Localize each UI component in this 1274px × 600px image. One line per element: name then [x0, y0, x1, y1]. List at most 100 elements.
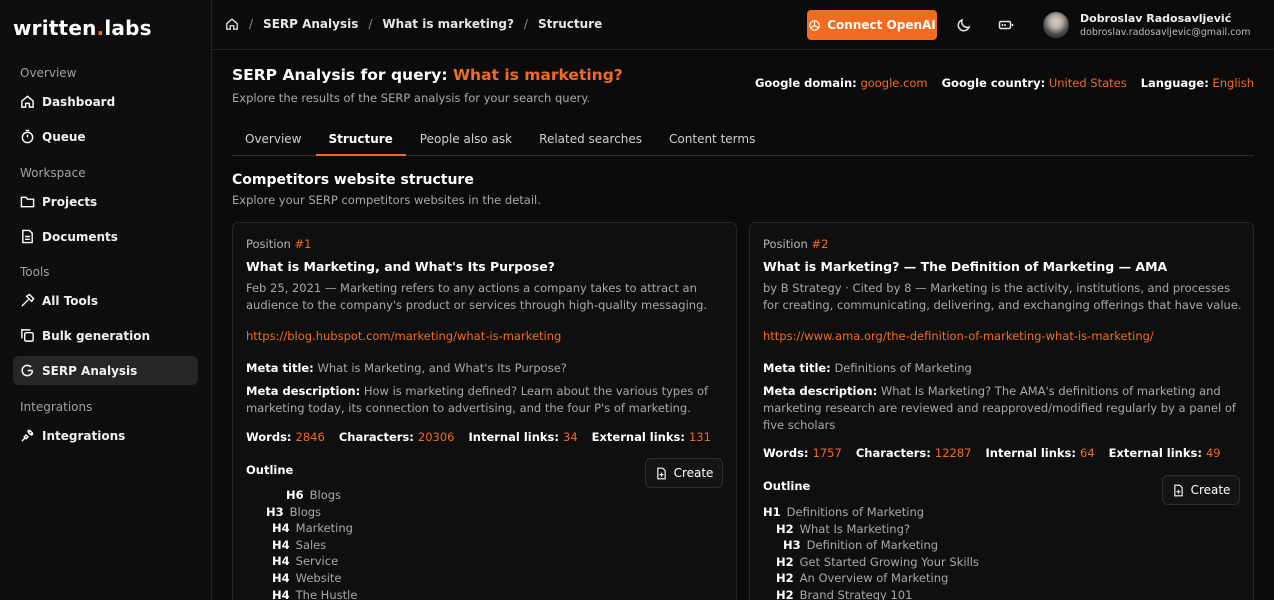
tab-content-terms[interactable]: Content terms: [656, 128, 768, 156]
heading-text: Blogs: [289, 504, 322, 519]
meta-description: Meta description: How is marketing defin…: [246, 384, 709, 415]
heading-text: Brand Strategy 101: [799, 587, 913, 600]
moon-icon[interactable]: [956, 17, 972, 33]
heading-text: Get Started Growing Your Skills: [799, 554, 979, 569]
sidebar-section-overview: Overview: [20, 66, 77, 80]
outline-label: Outline: [763, 479, 811, 493]
heading-tag: H2: [776, 554, 794, 569]
section-subtitle: Explore your SERP competitors websites i…: [232, 193, 541, 207]
topbar: / SERP Analysis / What is marketing? / S…: [212, 0, 1274, 50]
sidebar-item-projects[interactable]: Projects: [13, 187, 198, 216]
heading-tag: H4: [272, 537, 290, 552]
app-logo[interactable]: written.labs: [13, 16, 152, 40]
heading-text: Website: [295, 570, 342, 585]
sidebar-item-label: Integrations: [42, 428, 126, 443]
result-snippet: Feb 25, 2021 — Marketing refers to any a…: [246, 281, 708, 312]
google-domain-value: google.com: [860, 76, 928, 90]
result-url[interactable]: https://www.ama.org/the-definition-of-ma…: [763, 329, 1154, 343]
plug-icon: [21, 429, 34, 442]
document-add-icon: [1173, 484, 1183, 496]
result-position: Position #2: [763, 237, 829, 251]
folder-icon: [20, 196, 35, 208]
google-icon: [21, 364, 34, 377]
outline-list: H6 Blogs H3 Blogs H4 Marketing H4 Sales H4 Servic…: [246, 488, 357, 600]
outline-item: H1 Definitions of Marketing: [763, 505, 979, 522]
outline-item: H6 Blogs: [246, 488, 357, 505]
google-country-value: United States: [1048, 76, 1127, 90]
sidebar-item-label: All Tools: [42, 293, 99, 308]
outline-item: H3 Blogs: [246, 505, 357, 522]
result-card: Position #1 What is Marketing, and What'…: [232, 222, 737, 600]
outline-item: H2 Get Started Growing Your Skills: [763, 555, 979, 572]
result-url[interactable]: https://blog.hubspot.com/marketing/what-…: [246, 329, 561, 343]
tab-structure[interactable]: Structure: [315, 128, 406, 156]
breadcrumb-separator: /: [249, 17, 254, 31]
serp-settings: Google domain: google.com Google country…: [754, 76, 1254, 90]
heading-tag: H3: [783, 538, 801, 553]
result-position: Position #1: [246, 237, 312, 251]
outline-item: H4 The Hustle: [246, 588, 357, 600]
tab-bar: Overview Structure People also ask Relat…: [232, 128, 1254, 156]
sidebar-item-label: Queue: [42, 129, 86, 144]
sidebar-section-tools: Tools: [20, 265, 50, 279]
heading-tag: H4: [272, 521, 290, 536]
breadcrumb-separator: /: [523, 17, 528, 31]
battery-icon[interactable]: [998, 17, 1014, 33]
breadcrumb-item: Structure: [537, 17, 603, 31]
heading-text: Service: [295, 554, 339, 569]
sidebar-item-label: Dashboard: [42, 94, 116, 109]
language-value: English: [1212, 76, 1254, 90]
section-title: Competitors website structure: [232, 172, 474, 188]
sidebar-item-dashboard[interactable]: Dashboard: [13, 87, 198, 116]
heading-tag: H2: [776, 571, 794, 586]
heading-text: An Overview of Marketing: [799, 571, 949, 586]
sidebar-item-all-tools[interactable]: All Tools: [13, 286, 198, 315]
sidebar-section-workspace: Workspace: [20, 166, 86, 180]
sidebar-item-label: Documents: [42, 229, 118, 244]
document-add-icon: [656, 467, 666, 479]
result-stats: Words: 1757 Characters: 12287 Internal l…: [763, 446, 1221, 460]
sidebar-item-documents[interactable]: Documents: [13, 222, 198, 251]
home-icon[interactable]: [225, 17, 239, 31]
tab-overview[interactable]: Overview: [232, 128, 315, 156]
heading-tag: H4: [272, 570, 290, 585]
sidebar-item-integrations[interactable]: Integrations: [13, 421, 198, 450]
outline-item: H2 What Is Marketing?: [763, 522, 979, 539]
outline-item: H2 An Overview of Marketing: [763, 571, 979, 588]
heading-text: The Hustle: [295, 587, 358, 600]
create-button[interactable]: Create: [645, 458, 723, 488]
outline-list: H1 Definitions of Marketing H2 What Is Mark…: [763, 505, 979, 600]
page-subtitle: Explore the results of the SERP analysis…: [232, 91, 591, 105]
sidebar-item-label: SERP Analysis: [42, 363, 138, 378]
result-snippet: by B Strategy · Cited by 8 — Marketing i…: [763, 281, 1242, 312]
sidebar-item-serp-analysis[interactable]: SERP Analysis: [13, 356, 198, 385]
user-email: dobroslav.radosavljevic@gmail.com: [1080, 27, 1251, 38]
create-label: Create: [673, 466, 714, 480]
breadcrumb-item[interactable]: What is marketing?: [382, 17, 513, 31]
heading-tag: H4: [272, 587, 290, 600]
page-title: SERP Analysis for query: What is marketi…: [232, 66, 623, 84]
heading-text: Blogs: [309, 488, 342, 502]
outline-item: H4 Sales: [246, 538, 357, 555]
outline-item: H4 Website: [246, 571, 357, 588]
tab-people-also-ask[interactable]: People also ask: [407, 128, 525, 156]
create-button[interactable]: Create: [1162, 475, 1240, 505]
heading-text: Marketing: [295, 521, 353, 536]
result-stats: Words: 2846 Characters: 20306 Internal l…: [246, 430, 711, 444]
outline-item: H3 Definition of Marketing: [763, 538, 979, 555]
create-label: Create: [1190, 483, 1231, 497]
heading-tag: H1: [763, 505, 781, 519]
heading-text: Sales: [295, 537, 327, 552]
main-content: SERP Analysis for query: What is marketi…: [212, 51, 1274, 600]
connect-openai-button[interactable]: Connect OpenAI: [807, 10, 937, 40]
sidebar-item-queue[interactable]: Queue: [13, 122, 198, 151]
tab-related-searches[interactable]: Related searches: [526, 128, 655, 156]
outline-label: Outline: [246, 463, 294, 477]
heading-tag: H6: [286, 488, 304, 502]
breadcrumb-separator: /: [368, 17, 373, 31]
sidebar-item-label: Bulk generation: [42, 328, 151, 343]
avatar[interactable]: [1043, 12, 1069, 38]
breadcrumb-item[interactable]: SERP Analysis: [263, 17, 358, 31]
sidebar-item-bulk-generation[interactable]: Bulk generation: [13, 321, 198, 350]
heading-text: Definition of Marketing: [806, 538, 939, 553]
